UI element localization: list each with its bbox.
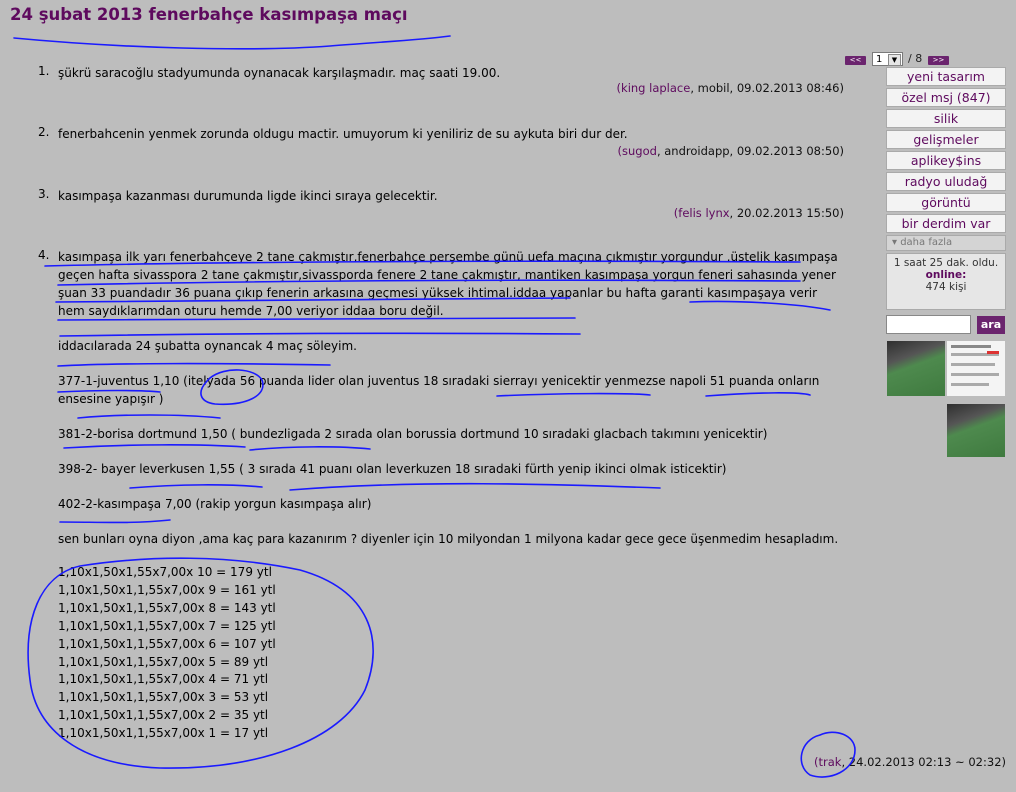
calculation-line: 1,10x1,50x1,1,55x7,00x 3 = 53 ytl [58, 690, 269, 705]
screenshot-line [951, 363, 995, 366]
page-title[interactable]: 24 şubat 2013 fenerbahçe kasımpaşa maçı [10, 5, 408, 24]
page-total: / 8 [908, 52, 923, 65]
entry-text: kasımpaşa kazanması durumunda ligde ikin… [58, 189, 438, 203]
entry-body: fenerbahcenin yenmek zorunda oldugu mact… [58, 125, 844, 143]
author-link[interactable]: king laplace [621, 81, 690, 95]
calculation-line: 1,10x1,50x1,1,55x7,00x 1 = 17 ytl [58, 726, 269, 741]
entry-date: , mobil, 09.02.2013 08:46) [690, 81, 844, 95]
entry-body: kasımpaşa ilk yarı fenerbahçeye 2 tane ç… [58, 248, 844, 743]
calculation-line: 1,10x1,50x1,1,55x7,00x 5 = 89 ytl [58, 654, 269, 669]
chevron-down-icon: ▼ [888, 54, 901, 66]
sidebar-button-apps[interactable]: aplikey$ins [886, 151, 1006, 170]
entry-text: iddacılarada 24 şubatta oynancak 4 maç s… [58, 339, 357, 353]
screenshot-thumbnail[interactable] [947, 341, 1005, 396]
bet-dortmund: 381-2-borisa dortmund 1,50 ( bundezligad… [58, 427, 768, 441]
entry-number: 4. [38, 248, 50, 262]
status-time: 1 saat 25 dak. oldu. [893, 257, 999, 269]
entry-number: 2. [38, 125, 50, 139]
bet-juventus: 377-1-juventus 1,10 (itelyada 56 puanda … [58, 374, 820, 406]
entry-date: , 20.02.2013 15:50) [729, 206, 844, 220]
next-page-button[interactable]: >> [928, 56, 949, 65]
sidebar-button-updates[interactable]: gelişmeler [886, 130, 1006, 149]
entry-meta: (felis lynx, 20.02.2013 15:50) [673, 206, 844, 220]
entry-text: kasımpaşa ilk yarı fenerbahçeye 2 tane ç… [58, 250, 838, 318]
entry-number: 1. [38, 64, 50, 78]
entry-text: sen bunları oyna diyon ,ama kaç para kaz… [58, 532, 839, 546]
calculation-list: 1,10x1,50x1,55x7,00x 10 = 179 ytl 1,10x1… [58, 564, 844, 743]
title-underline [13, 35, 451, 50]
search-button[interactable]: ara [977, 316, 1005, 334]
screenshot-line [951, 373, 999, 376]
entry-meta: (king laplace, mobil, 09.02.2013 08:46) [616, 81, 844, 95]
screenshot-line [951, 383, 989, 386]
stadium-image[interactable] [887, 341, 945, 396]
calculation-line: 1,10x1,50x1,1,55x7,00x 6 = 107 ytl [58, 636, 276, 651]
online-count: 474 kişi [925, 281, 967, 293]
entry-date: , 24.02.2013 02:13 ~ 02:32) [841, 755, 1006, 769]
sidebar-button-view[interactable]: görüntü [886, 193, 1006, 212]
sidebar-button-messages[interactable]: özel msj (847) [886, 88, 1006, 107]
online-label: online: [925, 269, 967, 281]
screenshot-accent [987, 351, 999, 354]
entry-number: 3. [38, 187, 50, 201]
prev-page-button[interactable]: << [845, 56, 866, 65]
online-status: 1 saat 25 dak. oldu. online: 474 kişi [886, 253, 1006, 310]
sidebar-button-complaint[interactable]: bir derdim var [886, 214, 1006, 233]
match-image[interactable] [947, 404, 1005, 457]
calculation-line: 1,10x1,50x1,1,55x7,00x 9 = 161 ytl [58, 582, 276, 597]
page-select[interactable]: 1 ▼ [872, 52, 903, 66]
more-link[interactable]: ▾ daha fazla [886, 235, 1006, 251]
sidebar: yeni tasarım özel msj (847) silik gelişm… [886, 67, 1006, 310]
page-select-value: 1 [876, 54, 883, 65]
author-link[interactable]: felis lynx [678, 206, 729, 220]
entry-text: fenerbahcenin yenmek zorunda oldugu mact… [58, 127, 628, 141]
calculation-line: 1,10x1,50x1,1,55x7,00x 2 = 35 ytl [58, 708, 269, 723]
author-link[interactable]: trak [819, 755, 842, 769]
calculation-line: 1,10x1,50x1,55x7,00x 10 = 179 ytl [58, 565, 272, 579]
entry-text: şükrü saracoğlu stadyumunda oynanacak ka… [58, 66, 501, 80]
entry-date: , androidapp, 09.02.2013 08:50) [656, 144, 844, 158]
bet-kasimpasa: 402-2-kasımpaşa 7,00 (rakip yorgun kasım… [58, 497, 372, 511]
sidebar-button-silik[interactable]: silik [886, 109, 1006, 128]
calculation-line: 1,10x1,50x1,1,55x7,00x 8 = 143 ytl [58, 600, 276, 615]
entry-meta: (sugod, androidapp, 09.02.2013 08:50) [617, 144, 844, 158]
screenshot-line [951, 345, 991, 348]
calculation-line: 1,10x1,50x1,1,55x7,00x 4 = 71 ytl [58, 672, 269, 687]
search-input[interactable] [886, 315, 971, 334]
calculation-line: 1,10x1,50x1,1,55x7,00x 7 = 125 ytl [58, 618, 276, 633]
search-box: ara [886, 315, 1006, 335]
sidebar-button-radio[interactable]: radyo uludağ [886, 172, 1006, 191]
entry-body: şükrü saracoğlu stadyumunda oynanacak ka… [58, 64, 844, 82]
author-link[interactable]: sugod [622, 144, 657, 158]
bet-leverkusen: 398-2- bayer leverkusen 1,55 ( 3 sırada … [58, 462, 727, 476]
entry-body: kasımpaşa kazanması durumunda ligde ikin… [58, 187, 844, 205]
stadium-photo [887, 341, 945, 396]
entry-4-meta: (trak, 24.02.2013 02:13 ~ 02:32) [814, 755, 1006, 769]
match-photo [947, 404, 1005, 457]
sidebar-button-new-design[interactable]: yeni tasarım [886, 67, 1006, 86]
